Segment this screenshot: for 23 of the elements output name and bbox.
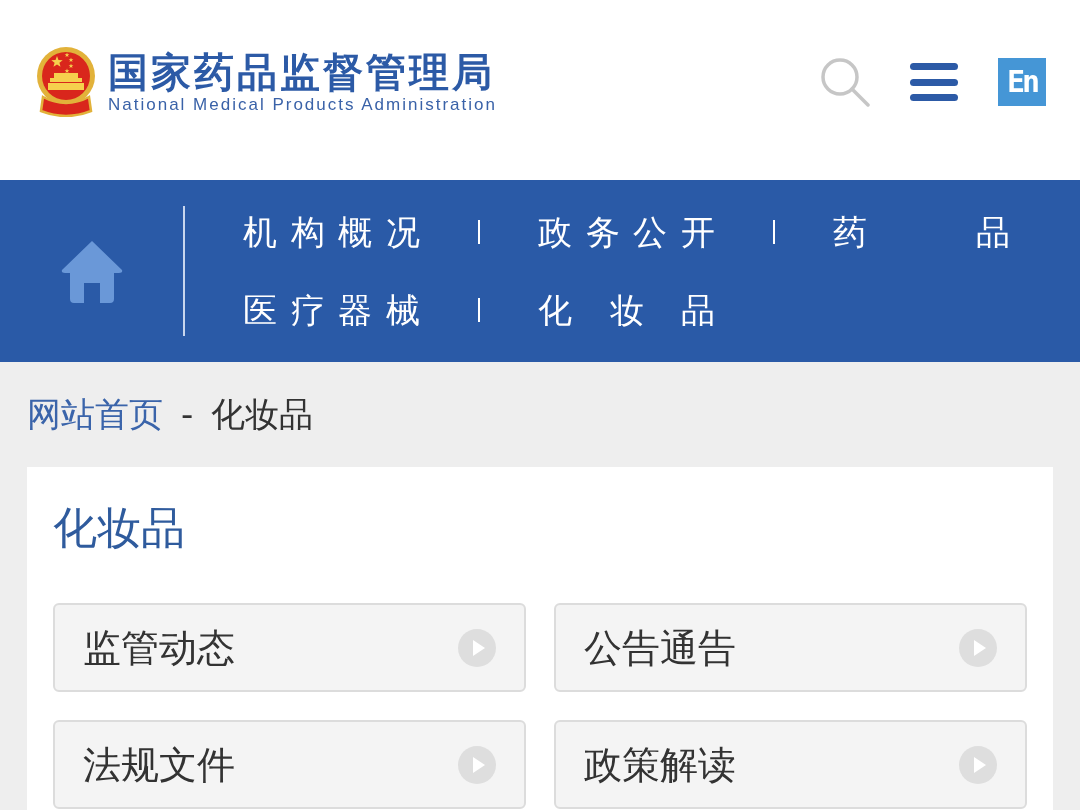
site-subtitle: National Medical Products Administration [108,95,497,115]
nav-link[interactable]: 医疗器械 [243,290,420,330]
breadcrumb-separator: - [181,393,194,434]
section-title: 化妆品 [53,501,186,555]
nav-link[interactable]: 药品 [833,212,1010,252]
play-icon [959,745,997,784]
breadcrumb-current: 化妆品 [211,393,314,434]
nav-link[interactable]: 机构概况 [243,212,420,252]
nav-link[interactable]: 化妆品 [538,290,715,330]
home-icon[interactable] [60,239,123,303]
menu-icon[interactable] [910,63,958,101]
breadcrumb-link[interactable]: 网站首页 [27,393,163,434]
play-icon [959,628,997,667]
category-button[interactable]: 公告通告 [554,603,1027,692]
play-icon [458,745,496,784]
category-button[interactable]: 政策解读 [554,720,1027,809]
search-icon[interactable] [820,57,870,107]
play-icon [458,628,496,667]
nav-link[interactable]: 政务公开 [538,212,715,252]
category-button[interactable]: 法规文件 [53,720,526,809]
emblem-icon [35,47,97,117]
category-button[interactable]: 监管动态 [53,603,526,692]
site-title: 国家药品监督管理局 [108,49,496,95]
